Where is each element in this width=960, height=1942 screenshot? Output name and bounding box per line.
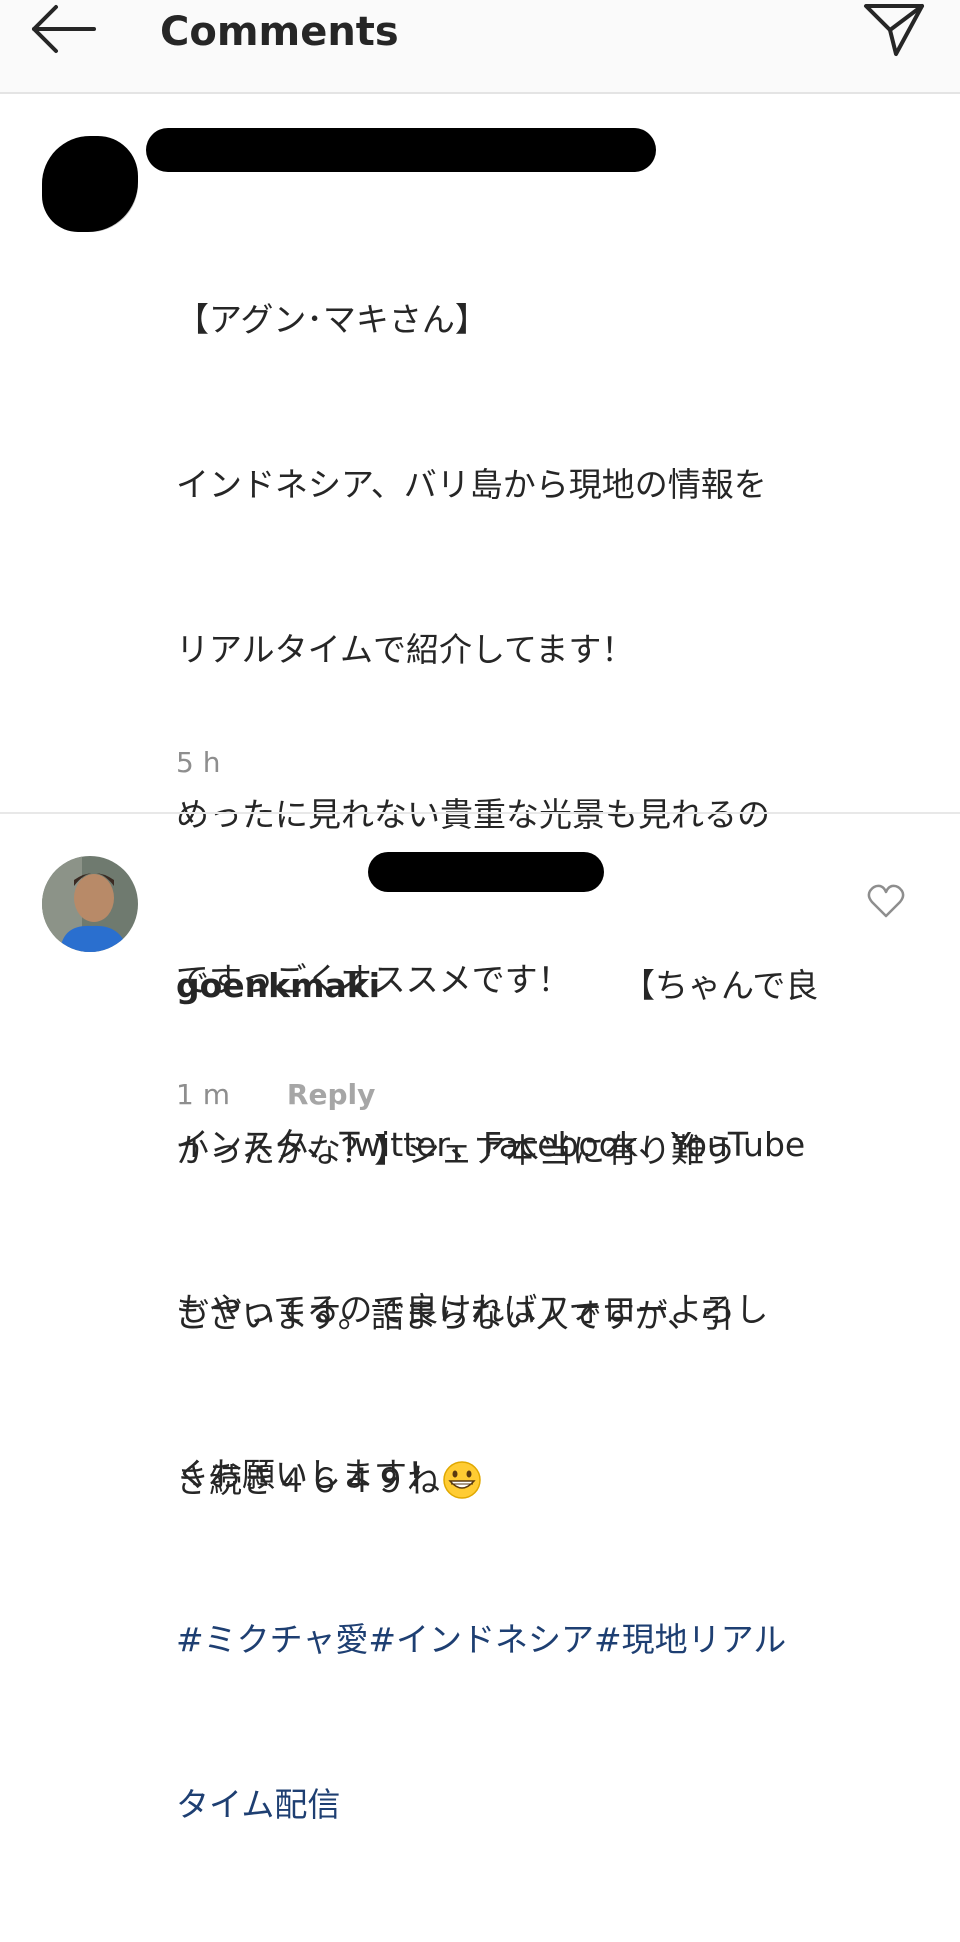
send-button[interactable] <box>860 0 930 60</box>
comment-timestamp: 1 m <box>176 1078 230 1111</box>
avatar-photo <box>42 856 138 952</box>
reply-meta: 1 m Reply <box>176 1078 375 1111</box>
caption-line: リアルタイムで紹介してます！ <box>176 630 635 669</box>
grinning-face-icon <box>443 1461 481 1499</box>
paper-plane-icon <box>864 4 924 56</box>
comment-timestamp: 5 h <box>176 746 221 779</box>
username[interactable]: goenkmaki <box>176 966 380 1005</box>
redaction-mark <box>146 128 656 172</box>
reply-comment: goenkmaki 【ちゃんで良 かったかな？】シェア本当に有り難う ございます。… <box>0 814 960 1500</box>
caption-line: インドネシア、バリ島から現地の情報を <box>176 465 767 504</box>
reply-line: かったかな？】シェア本当に有り難う <box>176 1131 737 1170</box>
avatar[interactable] <box>42 856 138 952</box>
like-button[interactable] <box>866 882 906 920</box>
reply-first-line: goenkmaki 【ちゃんで良 <box>176 958 818 1013</box>
reply-button[interactable]: Reply <box>287 1078 375 1111</box>
page-title: Comments <box>160 9 399 55</box>
heart-outline-icon <box>867 884 905 918</box>
caption-line: 【アグン･マキさん】 <box>176 300 488 339</box>
reply-line: ございます。詰まらない人ですが、引 <box>176 1296 734 1335</box>
reply-text: goenkmaki 【ちゃんで良 かったかな？】シェア本当に有り難う ございます。… <box>176 848 818 1618</box>
hashtag-link[interactable]: タイム配信 <box>176 1777 805 1832</box>
top-bar: Comments <box>0 0 960 94</box>
back-button[interactable] <box>28 2 100 62</box>
reply-line: 【ちゃんで良 <box>622 966 819 1005</box>
hashtag-link[interactable]: #ミクチャ愛#インドネシア#現地リアル <box>176 1612 805 1667</box>
caption-comment: 【アグン･マキさん】 インドネシア、バリ島から現地の情報を リアルタイムで紹介し… <box>0 96 960 1824</box>
redaction-mark <box>368 852 604 892</box>
arrow-left-icon <box>32 5 96 53</box>
reply-last-line: き続き４６４９ね <box>176 1453 818 1508</box>
reply-line: き続き４６４９ね <box>176 1461 440 1500</box>
